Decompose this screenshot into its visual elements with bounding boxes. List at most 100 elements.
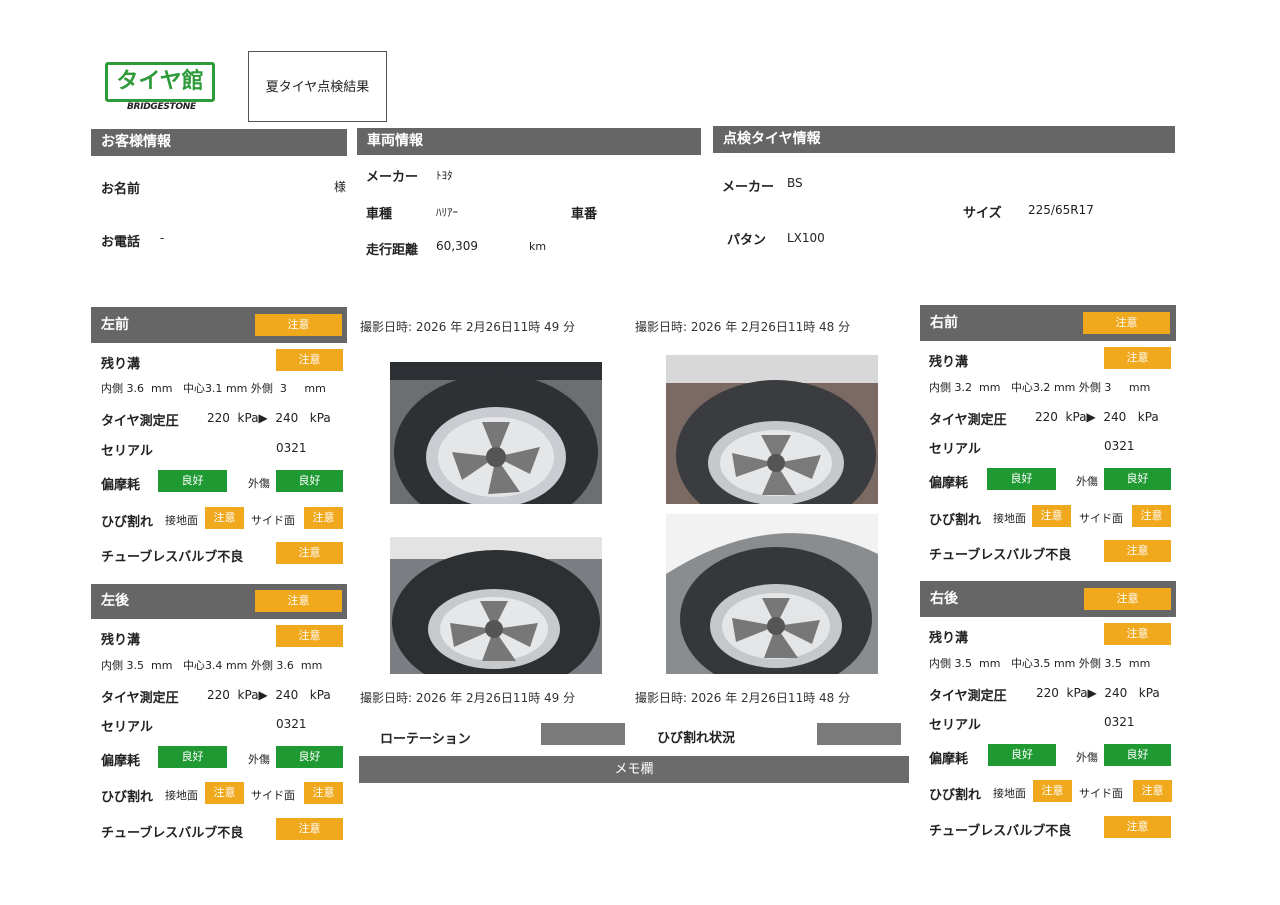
lf-contact-badge: 注意 [205,507,244,529]
lr-contact-label: 接地面 [165,789,198,802]
tire-size-label: サイズ [963,206,1002,221]
rf-serial-label: セリアル [929,442,981,457]
lr-pressure-label: タイヤ測定圧 [101,691,179,706]
tireken-logo: タイヤ館 BRIDGESTONE [105,62,215,114]
customer-header: お客様情報 [91,129,347,156]
rf-damage-label: 外傷 [1076,475,1098,488]
rr-valve-label: チューブレスバルブ不良 [929,824,1072,839]
tire-maker-label: メーカー [722,180,775,195]
lr-wear-badge: 良好 [158,746,227,768]
vehicle-mileage-value: 60,309 [436,239,478,253]
vehicle-model-label: 車種 [366,207,393,222]
lr-serial-label: セリアル [101,720,153,735]
lr-groove-label: 残り溝 [101,633,141,648]
rf-groove-label: 残り溝 [929,355,969,370]
rf-valve-badge: 注意 [1104,540,1171,562]
rr-pressure-label: タイヤ測定圧 [929,689,1007,704]
vehicle-header: 車両情報 [357,128,701,155]
logo-brand: BRIDGESTONE [127,102,196,112]
lr-wear-label: 偏摩耗 [101,754,141,769]
vehicle-plate-label: 車番 [571,207,598,222]
photo-caption-bottom-left: 撮影日時: 2026 年 2月26日11時 49 分 [360,691,576,705]
lr-side-label: サイド面 [251,789,295,802]
vehicle-mileage-unit: km [529,240,547,253]
rf-side-badge: 注意 [1132,505,1171,527]
tire-photo-front-left [390,362,602,504]
rr-status-badge: 注意 [1084,588,1171,610]
lf-depth-row: 内側 3.6 mm 中心3.1 mm 外側 3 mm [101,382,326,395]
rf-side-label: サイド面 [1079,512,1123,525]
crack-status-label: ひび割れ状況 [657,731,736,746]
document-title: 夏タイヤ点検結果 [248,51,387,122]
rr-depth-row: 内側 3.5 mm 中心3.5 mm 外側 3.5 mm [929,657,1151,670]
photo-caption-bottom-right: 撮影日時: 2026 年 2月26日11時 48 分 [635,691,851,705]
tire-photo-front-right [666,355,878,504]
customer-phone-value: - [160,231,165,245]
lf-crack-label: ひび割れ [101,515,154,530]
rr-contact-label: 接地面 [993,787,1026,800]
rf-valve-label: チューブレスバルブ不良 [929,548,1072,563]
photo-caption-top-left: 撮影日時: 2026 年 2月26日11時 49 分 [360,320,576,334]
lf-groove-badge: 注意 [276,349,343,371]
rf-crack-label: ひび割れ [929,513,982,528]
lr-side-badge: 注意 [304,782,343,804]
lr-status-badge: 注意 [255,590,342,612]
lf-damage-badge: 良好 [276,470,343,492]
rr-contact-badge: 注意 [1033,780,1072,802]
lr-valve-badge: 注意 [276,818,343,840]
rf-depth-row: 内側 3.2 mm 中心3.2 mm 外側 3 mm [929,381,1151,394]
lr-damage-label: 外傷 [248,753,270,766]
lf-valve-label: チューブレスバルブ不良 [101,550,244,565]
rr-groove-badge: 注意 [1104,623,1171,645]
vehicle-model-value: ﾊﾘｱｰ [436,206,458,219]
rotation-label: ローテーション [380,732,471,747]
rf-damage-badge: 良好 [1104,468,1171,490]
tire-size-value: 225/65R17 [1028,203,1094,217]
vehicle-maker-value: ﾄﾖﾀ [436,169,453,182]
lf-damage-label: 外傷 [248,477,270,490]
rf-wear-badge: 良好 [987,468,1056,490]
lf-side-label: サイド面 [251,514,295,527]
lr-contact-badge: 注意 [205,782,244,804]
lf-groove-label: 残り溝 [101,357,141,372]
lf-pressure-label: タイヤ測定圧 [101,414,179,429]
photo-caption-top-right: 撮影日時: 2026 年 2月26日11時 48 分 [635,320,851,334]
rf-wear-label: 偏摩耗 [929,476,969,491]
rr-pressure-values: 220 kPa▶ 240 kPa [1036,686,1160,700]
rf-contact-badge: 注意 [1032,505,1071,527]
tire-info-header: 点検タイヤ情報 [713,126,1175,153]
customer-name-suffix: 様 [334,180,347,194]
vehicle-maker-label: メーカー [366,170,419,185]
rr-wear-badge: 良好 [988,744,1056,766]
lr-depth-row: 内側 3.5 mm 中心3.4 mm 外側 3.6 mm [101,659,323,672]
tire-photo-rear-right [666,514,878,674]
lf-pressure-values: 220 kPa▶ 240 kPa [207,411,331,425]
lf-contact-label: 接地面 [165,514,198,527]
rf-groove-badge: 注意 [1104,347,1171,369]
lf-serial-label: セリアル [101,444,153,459]
rf-pressure-label: タイヤ測定圧 [929,413,1007,428]
lf-wear-badge: 良好 [158,470,227,492]
lr-damage-badge: 良好 [276,746,343,768]
tire-pattern-value: LX100 [787,231,825,245]
memo-header: メモ欄 [359,756,909,783]
lf-status-badge: 注意 [255,314,342,336]
crack-status-value-box [817,723,901,745]
lf-side-badge: 注意 [304,507,343,529]
rotation-value-box [541,723,625,745]
rf-status-badge: 注意 [1083,312,1170,334]
rr-damage-badge: 良好 [1104,744,1171,766]
lr-serial-value: 0321 [276,717,307,731]
rr-serial-label: セリアル [929,718,981,733]
tire-maker-value: BS [787,176,803,190]
customer-name-label: お名前 [101,182,141,197]
rr-valve-badge: 注意 [1104,816,1171,838]
customer-phone-label: お電話 [101,235,141,250]
rf-contact-label: 接地面 [993,512,1026,525]
tire-pattern-label: パタン [727,233,767,248]
lr-groove-badge: 注意 [276,625,343,647]
lr-crack-label: ひび割れ [101,790,154,805]
lr-pressure-values: 220 kPa▶ 240 kPa [207,688,331,702]
rr-wear-label: 偏摩耗 [929,752,969,767]
lf-valve-badge: 注意 [276,542,343,564]
